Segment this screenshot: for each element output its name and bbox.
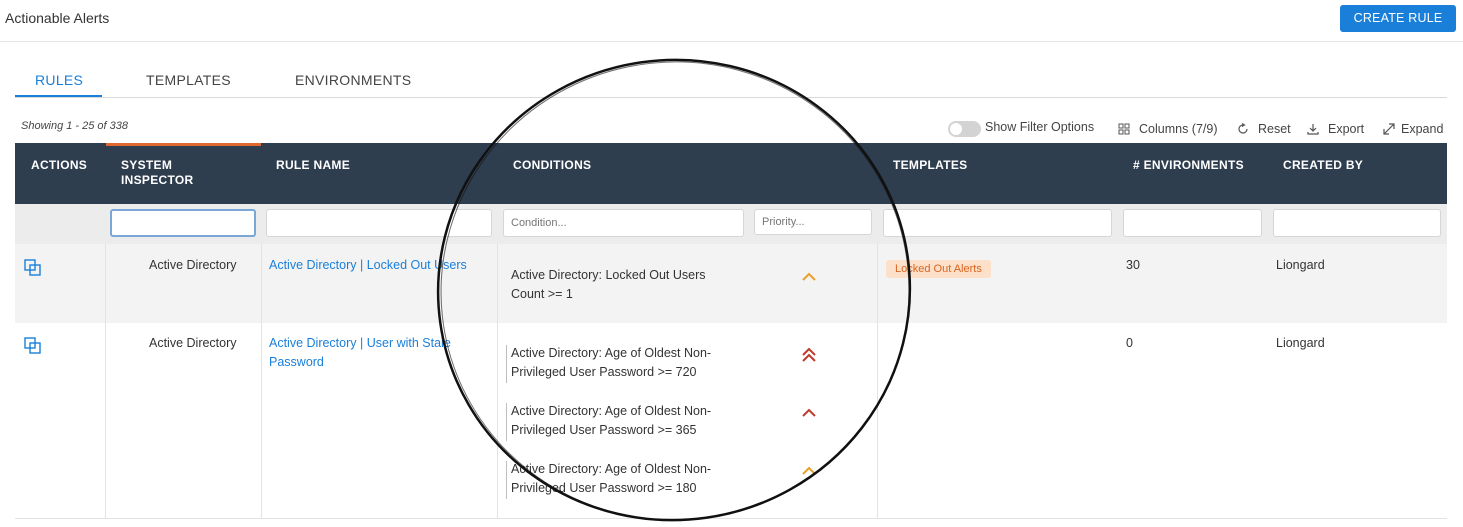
column-divider [105,323,106,519]
copy-icon[interactable] [24,259,42,277]
sorted-column-indicator [106,143,261,146]
expand-button[interactable]: Expand [1401,122,1443,136]
top-bar: Actionable Alerts CREATE RULE [0,0,1463,42]
tab-templates[interactable]: TEMPLATES [146,72,231,88]
columns-icon[interactable] [1118,123,1130,135]
page-title: Actionable Alerts [5,10,110,26]
condition-text: Active Directory: Locked Out Users Count… [511,268,706,301]
show-filter-label[interactable]: Show Filter Options [985,120,1094,134]
create-rule-button[interactable]: CREATE RULE [1340,5,1456,32]
column-header-environments[interactable]: # ENVIRONMENTS [1133,158,1244,173]
chevron-up-icon [802,466,816,475]
condition-filter-input[interactable] [503,209,744,237]
double-chevron-up-icon [802,347,816,362]
chevron-up-icon [802,272,816,281]
column-header-created-by[interactable]: CREATED BY [1283,158,1363,173]
column-divider [877,244,878,323]
column-divider [877,323,878,519]
tab-bar: RULES TEMPLATES ENVIRONMENTS [15,70,1447,98]
rule-name-link[interactable]: Active Directory | User with Stale Passw… [269,334,474,372]
table-header: ACTIONS SYSTEM INSPECTOR RULE NAME CONDI… [15,143,1447,204]
filter-toggle[interactable] [948,121,981,137]
export-icon[interactable] [1307,123,1319,135]
reset-icon[interactable] [1237,123,1249,135]
column-header-conditions[interactable]: CONDITIONS [513,158,591,173]
filter-row [15,204,1447,244]
expand-icon[interactable] [1383,123,1395,135]
column-header-actions[interactable]: ACTIONS [31,158,87,173]
chevron-up-icon [802,408,816,417]
column-divider [105,244,106,323]
created-by-cell: Liongard [1276,258,1325,272]
export-button[interactable]: Export [1328,122,1364,136]
column-divider [261,244,262,323]
created-by-filter-input[interactable] [1273,209,1441,237]
column-header-rule-name[interactable]: RULE NAME [276,158,350,173]
column-divider [497,244,498,323]
condition-text: Active Directory: Age of Oldest Non-Priv… [511,404,712,437]
template-badge[interactable]: Locked Out Alerts [886,260,991,278]
system-inspector-cell: Active Directory [149,258,237,272]
created-by-cell: Liongard [1276,336,1325,350]
tab-environments[interactable]: ENVIRONMENTS [295,72,411,88]
column-header-system-inspector[interactable]: SYSTEM INSPECTOR [121,158,211,188]
reset-button[interactable]: Reset [1258,122,1291,136]
tab-rules[interactable]: RULES [35,72,83,88]
priority-filter-input[interactable] [754,209,872,235]
column-divider [261,323,262,519]
environments-count: 0 [1126,336,1133,350]
environments-count: 30 [1126,258,1140,272]
templates-filter-input[interactable] [883,209,1112,237]
active-tab-indicator [15,95,102,97]
system-inspector-filter-input[interactable] [110,209,256,237]
condition-text: Active Directory: Age of Oldest Non-Priv… [511,462,712,495]
column-header-templates[interactable]: TEMPLATES [893,158,967,173]
column-divider [497,323,498,519]
condition-text: Active Directory: Age of Oldest Non-Priv… [511,346,712,379]
toggle-knob [950,123,962,135]
system-inspector-cell: Active Directory [149,336,237,350]
environments-filter-input[interactable] [1123,209,1262,237]
copy-icon[interactable] [24,337,42,355]
rule-name-filter-input[interactable] [266,209,492,237]
results-count: Showing 1 - 25 of 338 [21,120,129,132]
rule-name-link[interactable]: Active Directory | Locked Out Users [269,256,484,275]
columns-button[interactable]: Columns (7/9) [1139,122,1218,136]
